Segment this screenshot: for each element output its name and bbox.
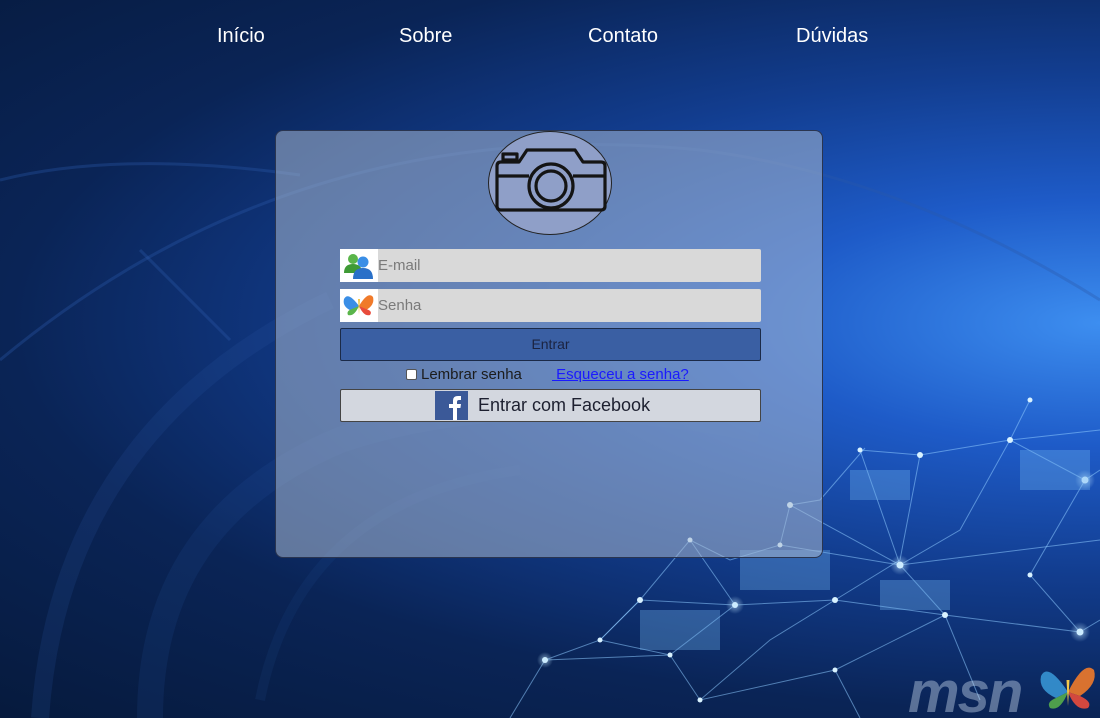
msn-brand-text: msn: [908, 660, 1023, 718]
nav-link-inicio[interactable]: Início: [217, 22, 265, 50]
facebook-icon: [435, 391, 468, 420]
password-field: [340, 289, 761, 322]
login-submit-button[interactable]: Entrar: [340, 328, 761, 361]
password-input[interactable]: [378, 289, 758, 322]
login-card: Entrar Lembrar senha Esqueceu a senha? E…: [275, 130, 823, 558]
email-field: [340, 249, 761, 282]
forgot-password-link[interactable]: Esqueceu a senha?: [552, 366, 689, 384]
top-navigation: Início Sobre Contato Dúvidas: [0, 22, 1100, 52]
facebook-login-button[interactable]: Entrar com Facebook: [340, 389, 761, 422]
nav-link-duvidas[interactable]: Dúvidas: [796, 22, 868, 50]
nav-link-contato[interactable]: Contato: [588, 22, 658, 50]
msn-butterfly-logo-icon: [1040, 667, 1095, 709]
msn-buddies-icon: [340, 249, 378, 282]
remember-password-label: Lembrar senha: [421, 366, 522, 383]
camera-icon: [495, 148, 607, 212]
profile-avatar[interactable]: [488, 131, 612, 235]
remember-password-checkbox[interactable]: [406, 369, 417, 380]
msn-butterfly-icon: [340, 289, 378, 322]
nav-link-sobre[interactable]: Sobre: [399, 22, 452, 50]
msn-brand-watermark: msn: [908, 662, 1100, 718]
facebook-login-label: Entrar com Facebook: [478, 395, 651, 415]
email-input[interactable]: [378, 249, 758, 282]
